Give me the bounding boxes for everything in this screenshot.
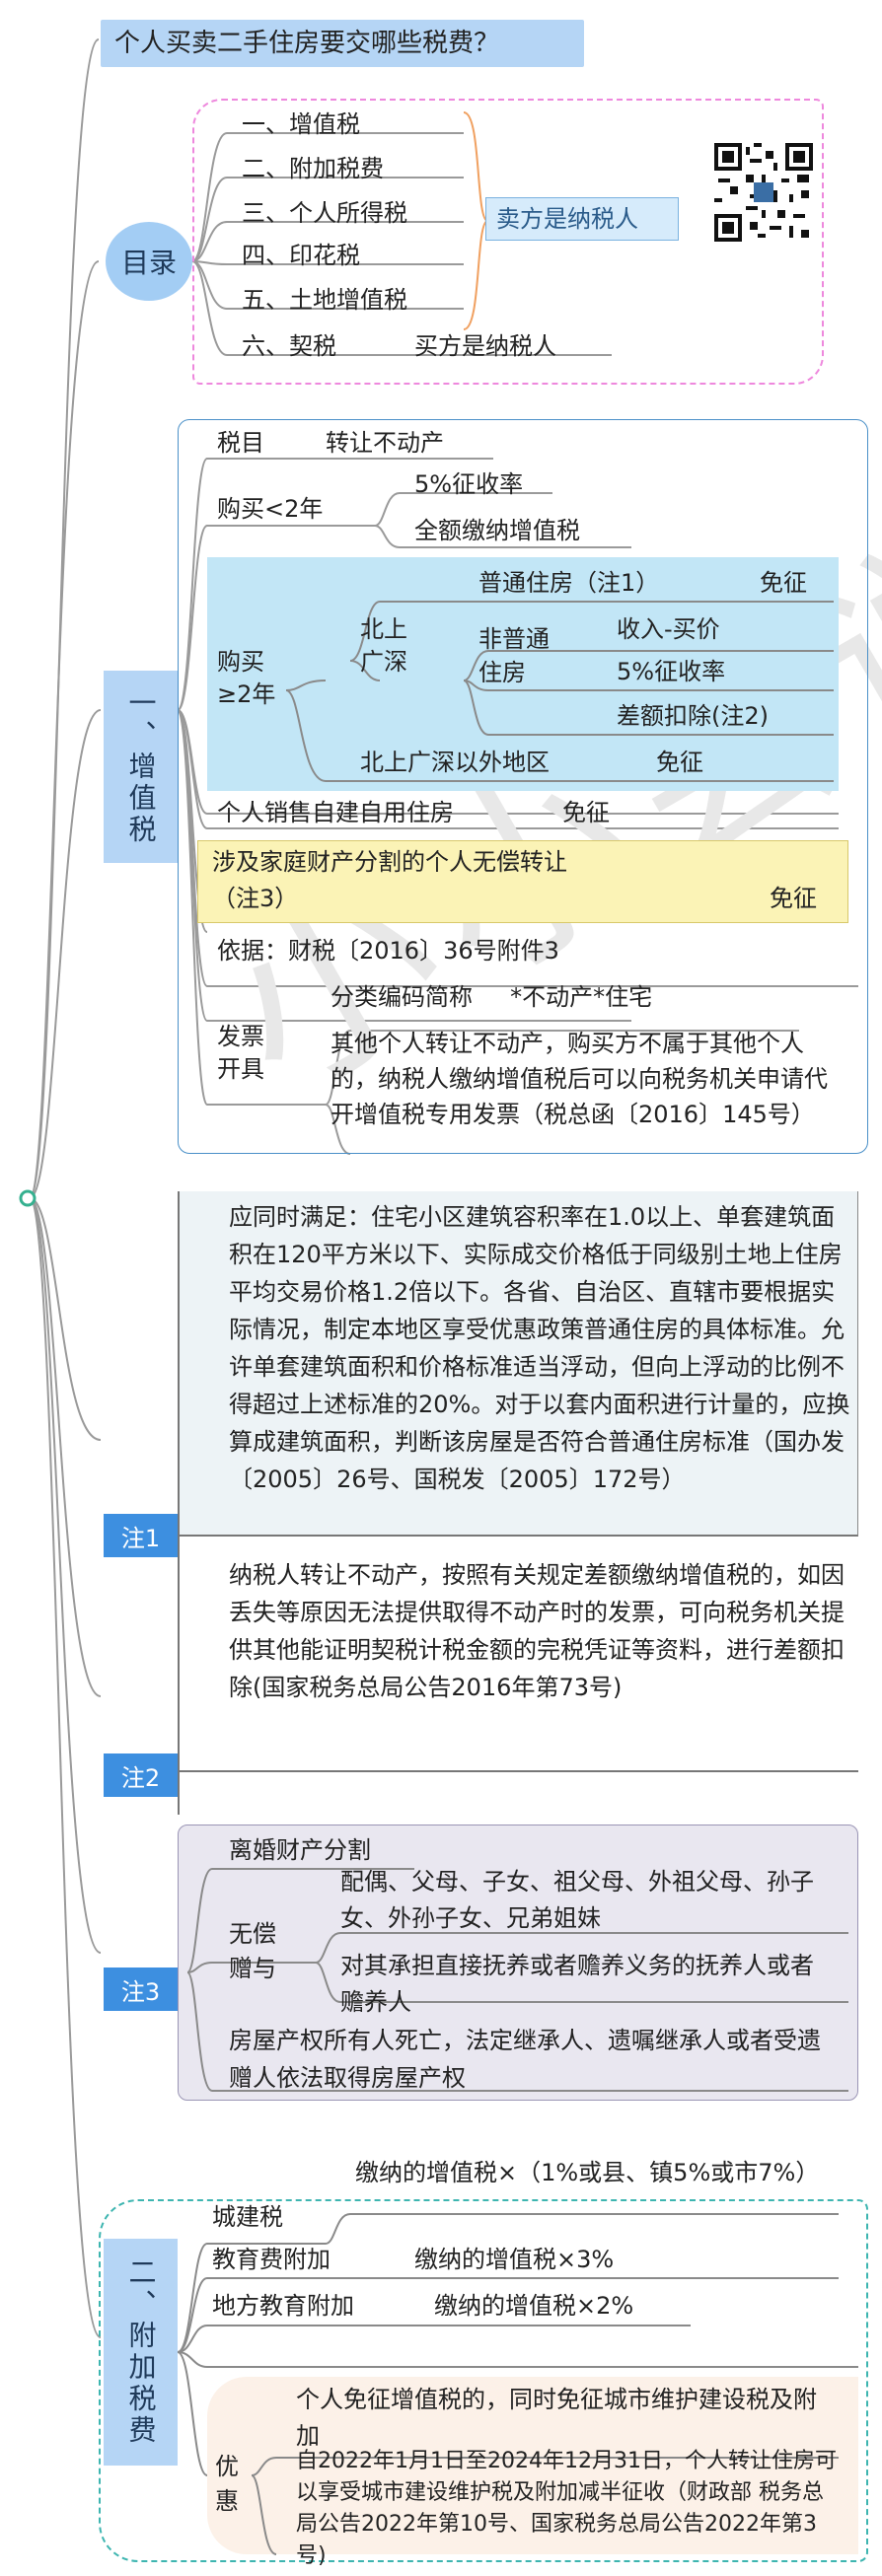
note3-inherit: 房屋产权所有人死亡，法定继承人、遗嘱继承人或者受遗赠人依法取得房屋产权 — [229, 2027, 821, 2092]
toc-item-vat[interactable]: 一、增值税 — [242, 108, 360, 140]
surtax-pref-label-1: 优 — [215, 2453, 239, 2480]
page-title: 个人买卖二手住房要交哪些税费？ — [114, 29, 500, 58]
vat-nonordinary-2: 住房 — [478, 659, 526, 686]
surtax-label: 二、附加税费 — [124, 2257, 158, 2447]
page-title-box: 个人买卖二手住房要交哪些税费？ — [101, 20, 584, 67]
note3-divorce: 离婚财产分割 — [229, 1836, 371, 1864]
surtax-pref-label-2: 惠 — [215, 2487, 239, 2515]
note3-gift-2: 赠与 — [229, 1955, 276, 1982]
surtax-node[interactable]: 二、附加税费 — [104, 2239, 178, 2466]
vat-diff-deduct: 差额扣除(注2) — [617, 702, 769, 730]
vat-lt2-full: 全额缴纳增值税 — [414, 517, 580, 544]
toc-item-land-vat[interactable]: 五、土地增值税 — [242, 284, 407, 316]
surtax-city-value: 缴纳的增值税×（1%或县、镇5%或市7%） — [355, 2159, 820, 2186]
vat-nonordinary-1: 非普通 — [478, 625, 550, 653]
note1-text: 应同时满足：住宅小区建筑容积率在1.0以上、单套建筑面积在120平方米以下、实际… — [229, 1203, 850, 1493]
vat-family-1: 涉及家庭财产分割的个人无偿转让 — [212, 848, 567, 876]
vat-income-minus-price: 收入-买价 — [617, 615, 720, 643]
vat-bsgs-label-1: 北上 — [360, 615, 407, 643]
toc-item-deed-tax[interactable]: 六、契税 — [242, 330, 336, 362]
vat-lt2-rate: 5%征收率 — [414, 470, 524, 498]
vat-selfbuilt-exempt: 免征 — [562, 799, 610, 826]
note1-vline — [178, 1191, 180, 1576]
vat-outside: 北上广深以外地区 — [360, 749, 550, 776]
vat-invoice-code: 分类编码简称 *不动产*住宅 — [331, 983, 653, 1011]
vat-family-2: （注3） — [212, 885, 299, 912]
toc-node[interactable]: 目录 — [106, 222, 192, 301]
vat-node[interactable]: 一、增值税 — [104, 671, 178, 863]
vat-label: 一、增值税 — [124, 687, 158, 846]
vat-family-exempt: 免征 — [770, 885, 817, 912]
surtax-pref-a: 个人免征增值税的，同时免征城市维护建设税及附加 — [296, 2386, 817, 2450]
vat-tax-item-key: 税目 — [217, 429, 264, 457]
toc-item-stamp-tax[interactable]: 四、印花税 — [242, 240, 360, 271]
note2-tag[interactable]: 注2 — [104, 1753, 178, 1797]
vat-outside-exempt: 免征 — [656, 749, 703, 776]
vat-invoice-text: 其他个人转让不动产，购买方不属于其他个人的，纳税人缴纳增值税后可以向税务机关申请… — [331, 1030, 828, 1128]
toc-item-surtax[interactable]: 二、附加税费 — [242, 153, 384, 184]
toc-label: 目录 — [120, 247, 177, 279]
vat-ge2-label-1: 购买 — [217, 648, 264, 676]
vat-bsgs-label-2: 广深 — [360, 648, 407, 676]
note3-tag[interactable]: 注3 — [104, 1968, 178, 2011]
seller-box: 卖方是纳税人 — [485, 197, 679, 241]
vat-ordinary: 普通住房（注1） — [478, 569, 660, 597]
vat-ge2-label-2: ≥2年 — [217, 680, 276, 708]
note3-gift-a: 配偶、父母、子女、祖父母、外祖父母、孙子女、外孙子女、兄弟姐妹 — [340, 1868, 814, 1932]
vat-selfbuilt: 个人销售自建自用住房 — [217, 799, 454, 826]
note3-gift-b: 对其承担直接抚养或者赡养义务的抚养人或者赡养人 — [340, 1952, 814, 2016]
qr-code-icon — [714, 143, 813, 242]
surtax-local-value: 缴纳的增值税×2% — [434, 2292, 634, 2320]
note2-text: 纳税人转让不动产，按照有关规定差额缴纳增值税的，如因丢失等原因无法提供取得不动产… — [229, 1561, 845, 1701]
vat-basis: 依据：财税〔2016〕36号附件3 — [217, 937, 559, 965]
toc-seller-label: 卖方是纳税人 — [496, 205, 638, 233]
note1-tag[interactable]: 注1 — [104, 1514, 178, 1557]
vat-rate5: 5%征收率 — [617, 658, 726, 685]
vat-ordinary-exempt: 免征 — [760, 569, 807, 597]
surtax-local-label: 地方教育附加 — [212, 2292, 354, 2320]
vat-invoice-label-1: 发票 — [217, 1023, 264, 1050]
vat-tax-item-value: 转让不动产 — [326, 429, 444, 457]
surtax-edu-value: 缴纳的增值税×3% — [414, 2246, 615, 2273]
surtax-city-label: 城建税 — [212, 2203, 283, 2231]
note3-gift-1: 无偿 — [229, 1920, 276, 1948]
note2-line — [178, 1770, 858, 1772]
note2-vline — [178, 1568, 180, 1815]
vat-lt2-label: 购买<2年 — [217, 495, 324, 523]
toc-item-income-tax[interactable]: 三、个人所得税 — [242, 197, 407, 229]
vat-invoice-label-2: 开具 — [217, 1055, 264, 1083]
surtax-edu-label: 教育费附加 — [212, 2246, 331, 2273]
surtax-pref-b: 自2022年1月1日至2024年12月31日，个人转让住房可以享受城市建设维护税… — [296, 2449, 837, 2568]
